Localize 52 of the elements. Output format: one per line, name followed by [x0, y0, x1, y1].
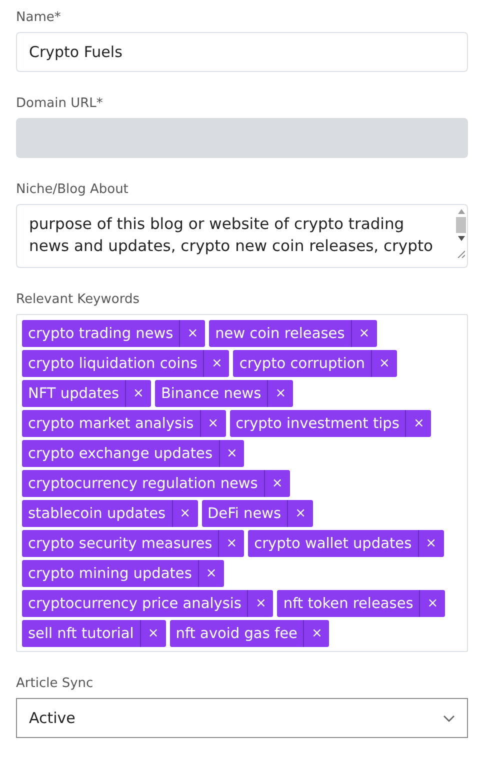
remove-tag-button[interactable]: ×: [179, 320, 206, 347]
field-label: Article Sync: [16, 676, 94, 691]
tag-text: crypto mining updates: [27, 564, 193, 584]
field-label: Name*: [16, 10, 61, 25]
tag-text: crypto exchange updates: [27, 444, 214, 464]
remove-tag-button[interactable]: ×: [247, 590, 274, 617]
tag-text: crypto investment tips: [234, 414, 400, 434]
remove-tag-button[interactable]: ×: [218, 440, 244, 467]
tag-text: DeFi news: [206, 504, 282, 524]
field-label: Relevant Keywords: [16, 292, 140, 307]
remove-tag-button[interactable]: ×: [140, 620, 166, 647]
tag-text: crypto trading news: [27, 324, 174, 344]
tag-text: cryptocurrency regulation news: [27, 474, 259, 494]
tag-text: new coin releases: [214, 324, 346, 344]
remove-tag-button[interactable]: ×: [125, 380, 151, 407]
scroll-down-icon[interactable]: [458, 236, 464, 241]
field-label: Domain URL*: [16, 96, 103, 111]
remove-tag-button[interactable]: ×: [419, 590, 446, 617]
field-label: Niche/Blog About: [16, 182, 128, 197]
remove-tag-button[interactable]: ×: [418, 530, 444, 557]
textarea-field[interactable]: purpose of this blog or website of crypto trading news and updates, crypto new coin releases, crypto: [16, 204, 468, 268]
tag-text: crypto corruption: [238, 354, 366, 374]
remove-tag-button[interactable]: ×: [198, 560, 224, 587]
tag-text: stablecoin updates: [27, 504, 167, 524]
tag-text: Binance news: [160, 384, 262, 404]
remove-tag-button[interactable]: ×: [200, 410, 226, 437]
remove-tag-button[interactable]: ×: [405, 410, 432, 437]
remove-tag-button[interactable]: ×: [172, 500, 198, 527]
tag-text: crypto wallet updates: [253, 534, 413, 554]
tag-text: sell nft tutorial: [27, 624, 135, 644]
keywords-field[interactable]: [16, 314, 468, 652]
remove-tag-button[interactable]: ×: [203, 350, 230, 377]
tag-text: crypto market analysis: [27, 414, 195, 434]
remove-tag-button[interactable]: ×: [350, 320, 377, 347]
scrollbar-thumb[interactable]: [456, 217, 466, 233]
tag-text: crypto liquidation coins: [27, 354, 198, 374]
resize-grip-icon[interactable]: [457, 250, 465, 258]
tag-text: nft token releases: [282, 594, 414, 614]
scroll-up-icon[interactable]: [458, 209, 464, 214]
tag-text: crypto security measures: [27, 534, 214, 554]
remove-tag-button[interactable]: ×: [267, 380, 294, 407]
tag-text: cryptocurrency price analysis: [27, 594, 242, 614]
tag-text: nft avoid gas fee: [174, 624, 298, 644]
remove-tag-button[interactable]: ×: [287, 500, 313, 527]
remove-tag-button[interactable]: ×: [264, 470, 290, 497]
select-dropdown[interactable]: Active: [16, 698, 468, 738]
input-field[interactable]: Crypto Fuels: [16, 32, 468, 72]
remove-tag-button[interactable]: ×: [370, 350, 397, 377]
remove-tag-button[interactable]: ×: [303, 620, 330, 647]
remove-tag-button[interactable]: ×: [218, 530, 244, 557]
tag-text: NFT updates: [27, 384, 120, 404]
chevron-down-icon: [443, 714, 455, 722]
